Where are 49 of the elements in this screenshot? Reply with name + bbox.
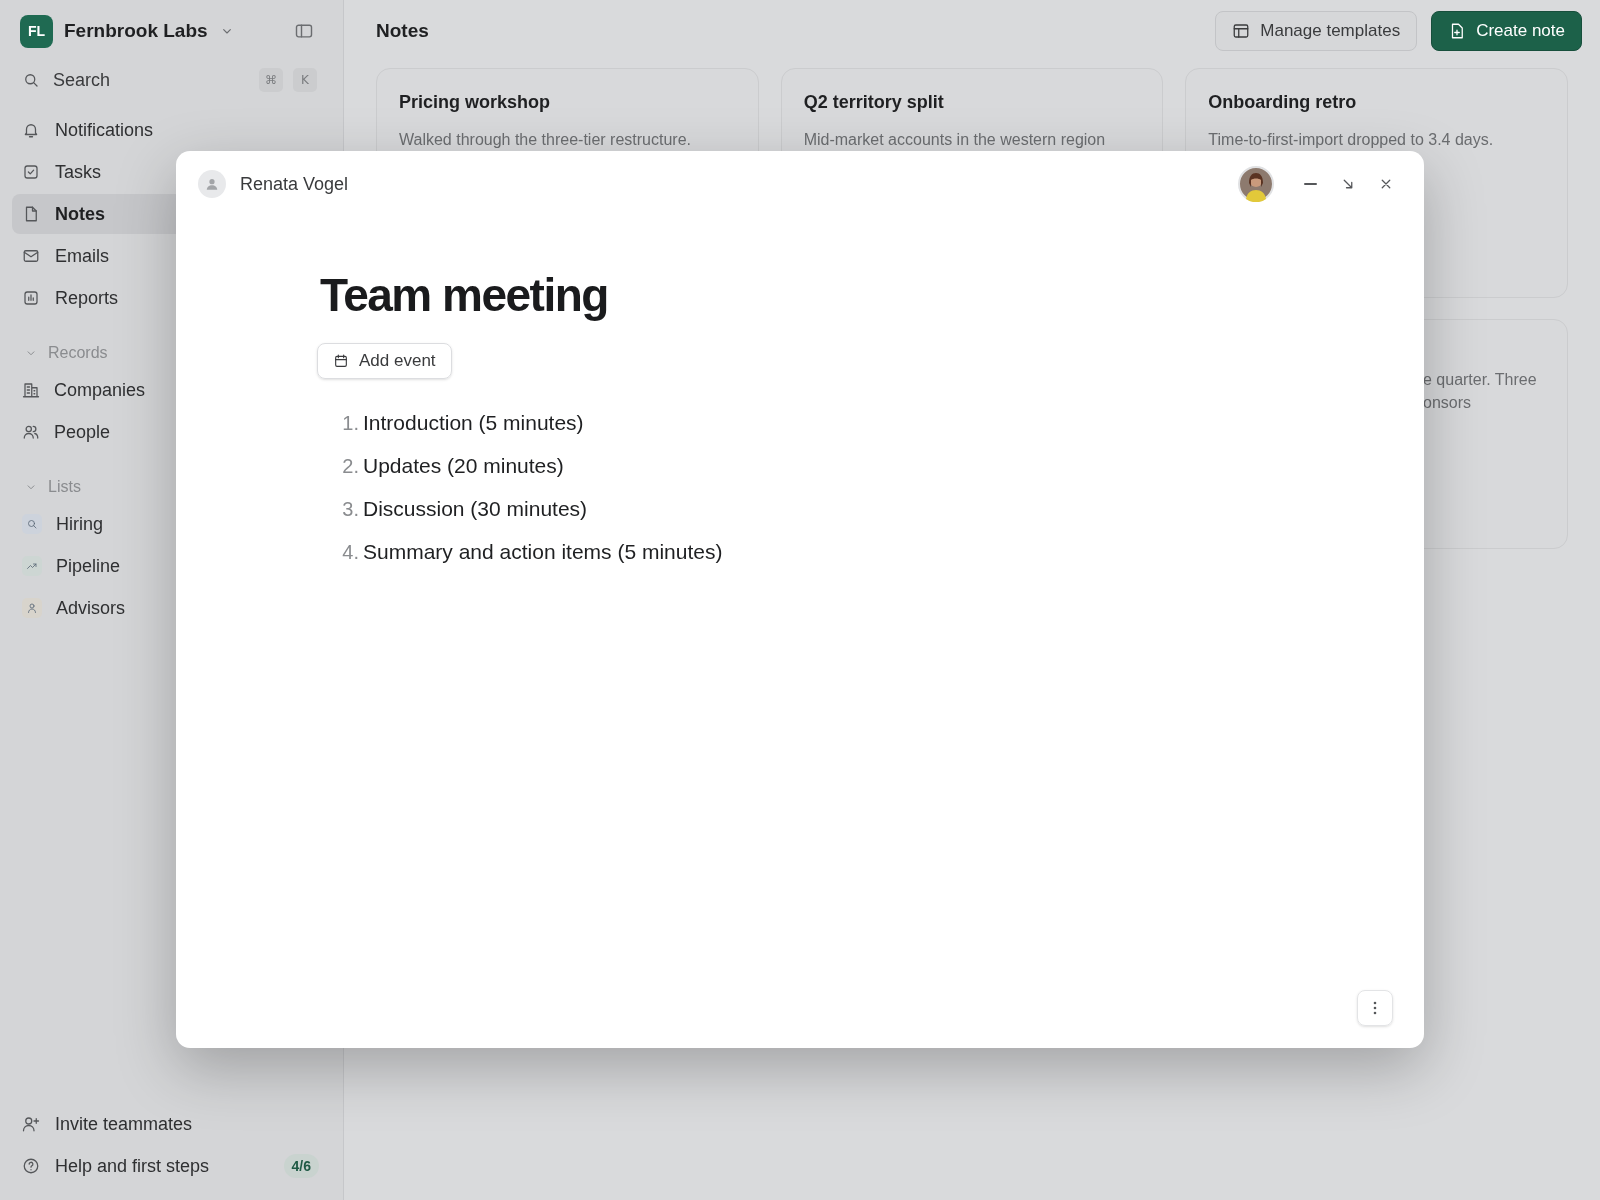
add-event-button[interactable]: Add event: [317, 343, 452, 379]
list-number: 3.: [341, 497, 359, 522]
workspace-switcher[interactable]: FL Fernbrook Labs: [20, 14, 235, 48]
card-title: Onboarding retro: [1208, 91, 1358, 114]
search-field[interactable]: Search ⌘ K: [12, 60, 331, 100]
help-icon: [22, 1157, 40, 1175]
create-note-button[interactable]: Create note: [1431, 11, 1582, 51]
bar-chart-icon: [22, 289, 40, 307]
list-number: 1.: [341, 411, 359, 436]
page-title: Notes: [376, 18, 429, 43]
search-placeholder: Search: [53, 68, 112, 92]
people-icon: [22, 423, 40, 441]
nav-item[interactable]: People: [12, 412, 331, 452]
manage-templates-button[interactable]: Manage templates: [1215, 11, 1418, 51]
owner-name: Renata Vogel: [240, 172, 349, 196]
workspace-logo: FL: [20, 14, 53, 48]
workspace-name: Fernbrook Labs: [64, 18, 208, 43]
card-title: Q2 territory split: [803, 91, 945, 114]
building-icon: [22, 381, 40, 399]
more-icon: [1373, 1001, 1377, 1015]
owner-avatar: [198, 170, 226, 198]
list-number: 4.: [341, 540, 359, 565]
progress-badge: 4/6: [283, 1154, 319, 1178]
card-text: e quarter. Three: [1423, 370, 1538, 390]
nav-item[interactable]: Help and first steps 4/6: [12, 1146, 331, 1186]
sidebar-icon: [294, 21, 314, 41]
mail-icon: [22, 247, 40, 265]
card-text: Mid-market accounts in the western region: [803, 130, 1107, 150]
agenda-item: Discussion (30 minutes): [363, 496, 588, 522]
nav-item[interactable]: Notifications: [12, 110, 331, 150]
card-text: Time-to-first-import dropped to 3.4 days.: [1208, 130, 1495, 150]
card-title: Pricing workshop: [399, 91, 552, 114]
shortcut-key: ⌘: [259, 68, 283, 92]
list-number: 2.: [341, 454, 359, 479]
checkbox-icon: [22, 163, 40, 181]
avatar-icon: [1238, 166, 1274, 202]
agenda-item: Introduction (5 minutes): [363, 410, 584, 436]
shortcut-key: K: [293, 68, 317, 92]
calendar-icon: [333, 353, 349, 369]
add-person-icon: [22, 1115, 40, 1133]
card-text: Walked through the three-tier restructure.: [399, 130, 692, 150]
bell-icon: [22, 121, 40, 139]
card-text: onsors: [1423, 393, 1472, 413]
nav-item[interactable]: Invite teammates: [12, 1104, 331, 1144]
template-icon: [1232, 22, 1251, 40]
search-icon: [22, 71, 40, 89]
agenda-item: Summary and action items (5 minutes): [363, 539, 723, 565]
minimize-icon: [1303, 183, 1317, 185]
agenda-item: Updates (20 minutes): [363, 453, 564, 479]
